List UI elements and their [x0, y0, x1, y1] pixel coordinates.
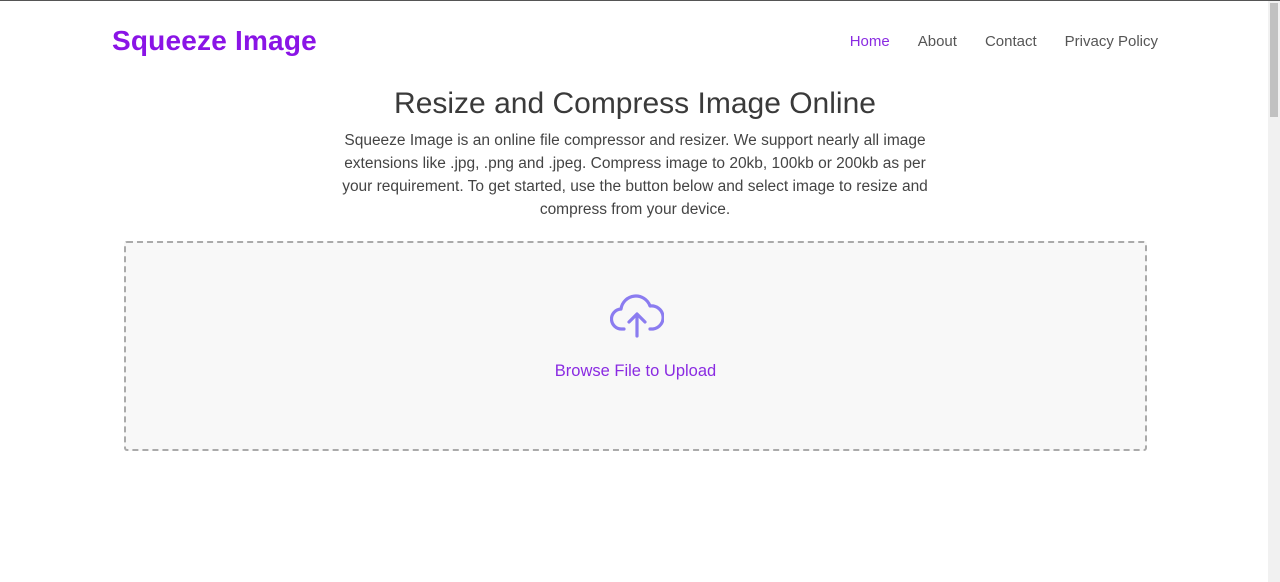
page-description: Squeeze Image is an online file compress… — [342, 132, 928, 218]
nav-privacy-policy-link[interactable]: Privacy Policy — [1065, 31, 1158, 53]
nav-about-link[interactable]: About — [918, 31, 957, 53]
scrollbar-thumb[interactable] — [1270, 3, 1278, 117]
page-title: Resize and Compress Image Online — [394, 87, 876, 120]
nav-home-link[interactable]: Home — [850, 31, 890, 53]
cloud-upload-icon — [610, 294, 664, 338]
site-logo[interactable]: Squeeze Image — [112, 23, 317, 59]
page: Squeeze Image Home About Contact Privacy… — [0, 1, 1268, 582]
nav-contact-link[interactable]: Contact — [985, 31, 1037, 53]
main-nav: Home About Contact Privacy Policy — [850, 31, 1158, 53]
page-scrollbar[interactable] — [1268, 1, 1280, 582]
upload-dropzone[interactable]: Browse File to Upload — [124, 241, 1147, 451]
browse-file-button[interactable]: Browse File to Upload — [126, 359, 1145, 383]
